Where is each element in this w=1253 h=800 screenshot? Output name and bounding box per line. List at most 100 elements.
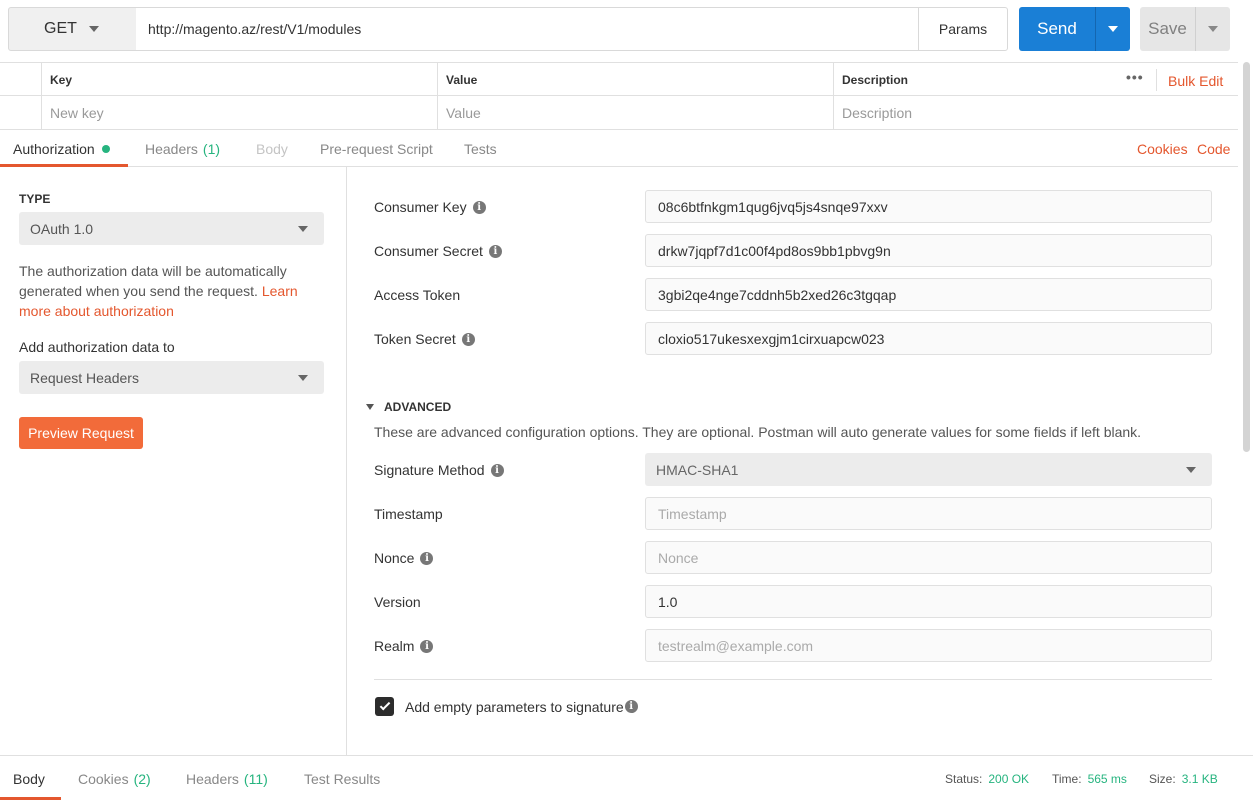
size-readout: Size: 3.1 KB — [1149, 772, 1218, 786]
response-tab-cookies-count: (2) — [133, 770, 151, 787]
response-tab-body[interactable]: Body — [13, 756, 45, 800]
status-label: Status: — [945, 772, 983, 786]
caret-down-icon — [366, 404, 374, 410]
empty-params-option: Add empty parameters to signature i — [375, 697, 638, 716]
signature-method-value: HMAC-SHA1 — [656, 461, 739, 478]
realm-input[interactable]: testrealm@example.com — [645, 629, 1212, 662]
time-readout: Time: 565 ms — [1052, 772, 1127, 786]
tab-authorization-label: Authorization — [13, 140, 95, 157]
tab-tests[interactable]: Tests — [464, 130, 497, 167]
new-key-input[interactable]: New key — [42, 96, 438, 129]
time-label: Time: — [1052, 772, 1082, 786]
nonce-text: Nonce — [374, 550, 415, 566]
consumer-key-label: Consumer Key i — [374, 199, 486, 215]
empty-params-checkbox[interactable] — [375, 697, 394, 716]
params-value-header: Value — [438, 63, 834, 96]
access-token-input[interactable]: 3gbi2qe4nge7cddnh5b2xed26c3tgqap — [645, 278, 1212, 311]
status-dot-icon — [101, 144, 110, 153]
tab-body[interactable]: Body — [256, 130, 288, 167]
tab-pre-request-script[interactable]: Pre-request Script — [320, 130, 433, 167]
size-value: 3.1 KB — [1181, 772, 1218, 786]
params-new-row: New key Value Description — [0, 96, 1238, 130]
size-label: Size: — [1149, 772, 1176, 786]
tab-headers-count: (1) — [202, 140, 221, 157]
method-label: GET — [44, 20, 77, 37]
send-dropdown[interactable] — [1096, 26, 1130, 32]
access-token-text: Access Token — [374, 287, 461, 303]
save-dropdown[interactable] — [1196, 26, 1230, 32]
scrollbar[interactable] — [1243, 62, 1250, 452]
advanced-toggle[interactable]: ADVANCED — [366, 400, 451, 414]
chevron-down-icon — [89, 26, 99, 32]
code-link[interactable]: Code — [1197, 141, 1230, 157]
params-button[interactable]: Params — [918, 7, 1008, 51]
response-tab-headers[interactable]: Headers (11) — [186, 756, 268, 800]
header-divider — [1156, 69, 1157, 91]
type-label: TYPE — [19, 192, 51, 206]
realm-text: Realm — [374, 638, 415, 654]
preview-request-button[interactable]: Preview Request — [19, 417, 143, 449]
params-header-row: Key Value Description ••• Bulk Edit — [0, 62, 1238, 96]
consumer-key-input[interactable]: 08c6btfnkgm1qug6jvq5js4snqe97xxv — [645, 190, 1212, 223]
info-icon[interactable]: i — [488, 244, 502, 258]
consumer-key-text: Consumer Key — [374, 199, 467, 215]
auth-info-text: The authorization data will be automatic… — [19, 261, 319, 321]
params-table: Key Value Description ••• Bulk Edit New … — [0, 62, 1238, 130]
send-label: Send — [1037, 19, 1077, 38]
consumer-secret-input[interactable]: drkw7jqpf7d1c00f4pd8os9bb1pbvg9n — [645, 234, 1212, 267]
params-key-header: Key — [42, 63, 438, 96]
nonce-label: Nonce i — [374, 550, 434, 566]
token-secret-input[interactable]: cloxio517ukesxexgjm1cirxuapcw023 — [645, 322, 1212, 355]
save-button[interactable]: Save — [1140, 7, 1230, 51]
access-token-label: Access Token — [374, 287, 460, 303]
send-button[interactable]: Send — [1019, 7, 1130, 51]
chevron-down-icon — [1208, 26, 1218, 32]
chevron-down-icon — [1108, 26, 1118, 32]
auth-type-select[interactable]: OAuth 1.0 — [19, 212, 324, 245]
tab-headers[interactable]: Headers (1) — [145, 130, 220, 167]
timestamp-label: Timestamp — [374, 506, 443, 522]
info-icon[interactable]: i — [472, 200, 486, 214]
signature-method-text: Signature Method — [374, 462, 485, 478]
status-value: 200 OK — [988, 772, 1030, 786]
section-divider — [374, 679, 1212, 680]
url-input[interactable]: http://magento.az/rest/V1/modules — [136, 7, 920, 51]
info-icon[interactable]: i — [420, 639, 434, 653]
tab-headers-label: Headers — [145, 140, 198, 157]
response-tab-headers-label: Headers — [186, 770, 239, 787]
bulk-edit-link[interactable]: Bulk Edit — [1168, 73, 1223, 89]
checkmark-icon — [379, 699, 390, 711]
signature-method-select[interactable]: HMAC-SHA1 — [645, 453, 1212, 486]
time-value: 565 ms — [1087, 772, 1127, 786]
timestamp-input[interactable]: Timestamp — [645, 497, 1212, 530]
ellipsis-icon[interactable]: ••• — [1126, 70, 1144, 84]
realm-label: Realm i — [374, 638, 434, 654]
tab-authorization[interactable]: Authorization — [13, 130, 110, 167]
save-label: Save — [1148, 19, 1187, 38]
info-icon[interactable]: i — [490, 463, 504, 477]
params-check-column — [0, 63, 42, 96]
nonce-input[interactable]: Nonce — [645, 541, 1212, 574]
add-auth-to-select[interactable]: Request Headers — [19, 361, 324, 394]
auth-info-body: The authorization data will be automatic… — [19, 263, 287, 299]
info-icon[interactable]: i — [420, 551, 434, 565]
response-tab-cookies-label: Cookies — [78, 770, 129, 787]
new-value-input[interactable]: Value — [438, 96, 834, 129]
token-secret-label: Token Secret i — [374, 331, 475, 347]
cookies-link[interactable]: Cookies — [1137, 141, 1188, 157]
auth-type-value: OAuth 1.0 — [30, 220, 94, 237]
response-tab-headers-count: (11) — [243, 770, 268, 787]
response-tab-test-results[interactable]: Test Results — [304, 756, 380, 800]
token-secret-text: Token Secret — [374, 331, 456, 347]
auth-type-pane: TYPE OAuth 1.0 The authorization data wi… — [0, 167, 347, 755]
request-bar: GET http://magento.az/rest/V1/modules Pa… — [8, 7, 1230, 51]
info-icon[interactable]: i — [461, 332, 475, 346]
response-tab-cookies[interactable]: Cookies (2) — [78, 756, 151, 800]
method-select[interactable]: GET — [8, 7, 137, 51]
chevron-down-icon — [298, 226, 308, 232]
timestamp-text: Timestamp — [374, 506, 443, 522]
version-input[interactable]: 1.0 — [645, 585, 1212, 618]
version-text: Version — [374, 594, 421, 610]
info-icon[interactable]: i — [624, 700, 638, 713]
new-description-input[interactable]: Description — [834, 96, 1238, 129]
